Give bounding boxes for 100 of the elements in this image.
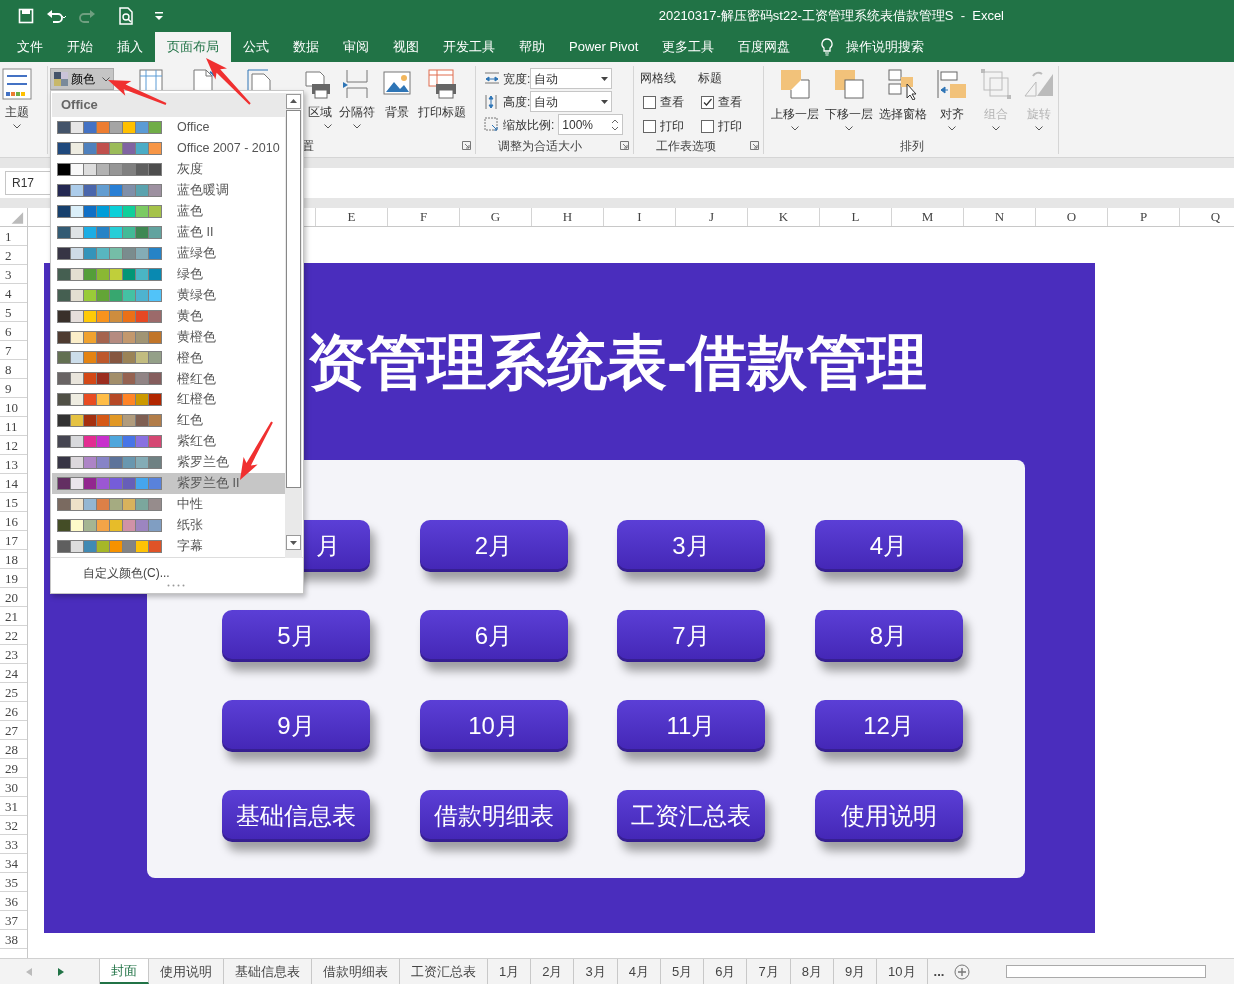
- color-scheme-item[interactable]: 绿色: [52, 263, 286, 285]
- row-header[interactable]: 33: [0, 835, 27, 854]
- sheet-tab[interactable]: 10月: [877, 959, 928, 984]
- color-scheme-item[interactable]: 红橙色: [52, 389, 286, 411]
- color-scheme-item[interactable]: 紫红色: [52, 431, 286, 453]
- theme-button[interactable]: 主题: [0, 66, 34, 137]
- sheet-tab[interactable]: 3月: [574, 959, 618, 984]
- column-header[interactable]: F: [388, 208, 460, 226]
- scroll-up-icon[interactable]: [286, 94, 301, 109]
- row-header[interactable]: 6: [0, 322, 27, 341]
- save-icon[interactable]: [18, 8, 34, 24]
- row-header[interactable]: 22: [0, 626, 27, 645]
- row-header[interactable]: 1: [0, 227, 27, 246]
- row-header[interactable]: 12: [0, 436, 27, 455]
- sheet-tab[interactable]: 使用说明: [149, 959, 224, 984]
- sheet-button[interactable]: 使用说明: [814, 790, 963, 842]
- ribbon-tab[interactable]: 公式: [231, 32, 281, 62]
- custom-colors-item[interactable]: 自定义颜色(C)...: [83, 564, 170, 583]
- color-scheme-item[interactable]: 黄色: [52, 305, 286, 327]
- sheet-tab[interactable]: 9月: [833, 959, 878, 984]
- color-scheme-item[interactable]: 红色: [52, 410, 286, 432]
- tell-me-search[interactable]: 操作说明搜索: [834, 32, 937, 62]
- ribbon-button[interactable]: 区域: [290, 66, 334, 137]
- sheet-button[interactable]: 9月: [222, 700, 370, 752]
- row-header[interactable]: 10: [0, 398, 27, 417]
- ribbon-tab[interactable]: 帮助: [507, 32, 557, 62]
- ribbon-button[interactable]: 背景: [380, 66, 414, 137]
- ribbon-button[interactable]: 上移一层: [770, 66, 820, 137]
- sheet-button[interactable]: 基础信息表: [222, 790, 370, 842]
- ribbon-tab[interactable]: 页面布局: [155, 32, 231, 62]
- size-dropdown[interactable]: 自动: [530, 68, 613, 89]
- size-dropdown[interactable]: 自动: [530, 91, 613, 112]
- row-header[interactable]: 18: [0, 550, 27, 569]
- dialog-launcher-icon[interactable]: [620, 141, 629, 150]
- ribbon-tab[interactable]: 数据: [281, 32, 331, 62]
- print-preview-icon[interactable]: [118, 7, 134, 25]
- sheet-tab[interactable]: 封面: [100, 959, 149, 984]
- color-scheme-item[interactable]: Office 2007 - 2010: [52, 137, 286, 159]
- sheet-tab[interactable]: 2月: [531, 959, 575, 984]
- ribbon-tab[interactable]: 开始: [55, 32, 105, 62]
- ribbon-button[interactable]: 下移一层: [824, 66, 874, 137]
- column-header[interactable]: Q: [1180, 208, 1234, 226]
- sheet-tab[interactable]: 4月: [617, 959, 661, 984]
- sheet-tab[interactable]: 借款明细表: [312, 959, 400, 984]
- sheet-button[interactable]: 10月: [419, 700, 568, 752]
- row-header[interactable]: 5: [0, 303, 27, 322]
- sheet-button[interactable]: 12月: [814, 700, 963, 752]
- row-header[interactable]: 8: [0, 360, 27, 379]
- column-header[interactable]: H: [532, 208, 604, 226]
- color-scheme-item[interactable]: 蓝绿色: [52, 242, 286, 264]
- sheet-tab[interactable]: 8月: [790, 959, 834, 984]
- sheet-tab[interactable]: 基础信息表: [224, 959, 312, 984]
- row-header[interactable]: 32: [0, 816, 27, 835]
- color-scheme-item[interactable]: 黄绿色: [52, 284, 286, 306]
- column-header[interactable]: I: [604, 208, 676, 226]
- ribbon-tab[interactable]: 百度网盘: [726, 32, 803, 62]
- row-header[interactable]: 28: [0, 740, 27, 759]
- color-scheme-item[interactable]: 蓝色 II: [52, 221, 286, 243]
- ribbon-tab[interactable]: 文件: [5, 32, 55, 62]
- row-header[interactable]: 23: [0, 645, 27, 664]
- sheet-tab[interactable]: 6月: [704, 959, 748, 984]
- scale-field[interactable]: 100%: [558, 114, 624, 135]
- color-scheme-item[interactable]: 橙红色: [52, 368, 286, 390]
- ribbon-button[interactable]: 对齐: [932, 66, 973, 137]
- column-header[interactable]: G: [460, 208, 532, 226]
- checkbox[interactable]: [701, 95, 714, 109]
- ribbon-tab[interactable]: Power Pivot: [557, 32, 651, 62]
- checkbox[interactable]: [643, 119, 656, 133]
- color-scheme-item[interactable]: 蓝色: [52, 200, 286, 222]
- sheet-button[interactable]: 2月: [419, 520, 568, 572]
- row-header[interactable]: 25: [0, 683, 27, 702]
- row-header[interactable]: 16: [0, 512, 27, 531]
- row-header[interactable]: 3: [0, 265, 27, 284]
- customize-icon[interactable]: [154, 11, 164, 21]
- row-header[interactable]: 29: [0, 759, 27, 778]
- ribbon-tab[interactable]: 更多工具: [650, 32, 727, 62]
- row-header[interactable]: 9: [0, 379, 27, 398]
- color-scheme-item[interactable]: 纸张: [52, 515, 286, 537]
- add-sheet-icon[interactable]: [954, 964, 971, 980]
- undo-icon[interactable]: [46, 8, 68, 24]
- sheet-tab[interactable]: 7月: [747, 959, 791, 984]
- sheet-button[interactable]: 5月: [222, 610, 370, 662]
- row-header[interactable]: 31: [0, 797, 27, 816]
- sheet-button[interactable]: 4月: [814, 520, 963, 572]
- sheet-button[interactable]: 11月: [617, 700, 765, 752]
- sheet-tab[interactable]: 5月: [660, 959, 705, 984]
- row-header[interactable]: 35: [0, 873, 27, 892]
- row-header[interactable]: 30: [0, 778, 27, 797]
- row-header[interactable]: 38: [0, 930, 27, 949]
- sheet-button[interactable]: 3月: [617, 520, 765, 572]
- row-header[interactable]: 24: [0, 664, 27, 683]
- row-header[interactable]: 19: [0, 569, 27, 588]
- sheet-button[interactable]: 7月: [617, 610, 765, 662]
- ribbon-tab[interactable]: 插入: [105, 32, 155, 62]
- row-header[interactable]: 37: [0, 911, 27, 930]
- column-header[interactable]: N: [964, 208, 1036, 226]
- spinner-arrows-icon[interactable]: [611, 117, 620, 132]
- row-header[interactable]: 34: [0, 854, 27, 873]
- colors-button[interactable]: 颜色: [50, 68, 114, 90]
- color-scheme-item[interactable]: 字幕: [52, 536, 286, 557]
